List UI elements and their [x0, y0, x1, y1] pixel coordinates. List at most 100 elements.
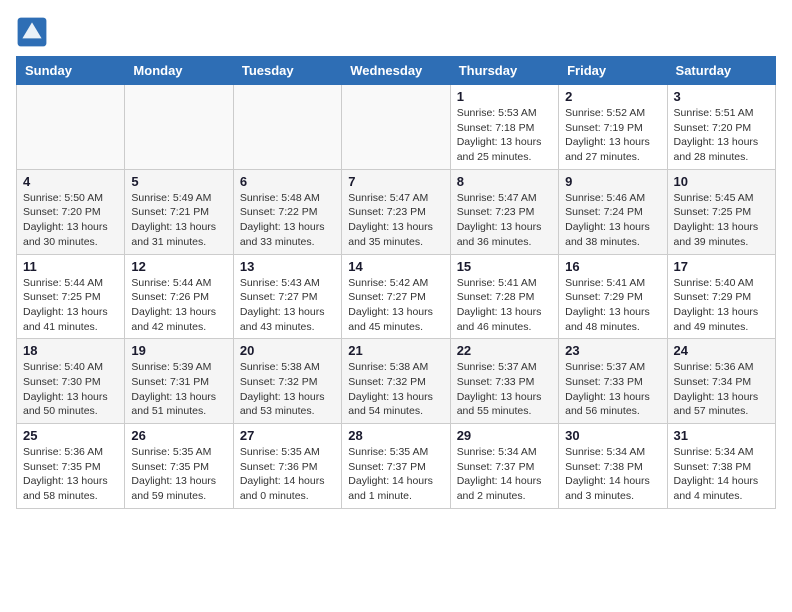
- calendar-cell: 22 Sunrise: 5:37 AM Sunset: 7:33 PM Dayli…: [450, 339, 558, 424]
- day-info: Sunrise: 5:38 AM Sunset: 7:32 PM Dayligh…: [240, 360, 335, 419]
- calendar-cell: 25 Sunrise: 5:36 AM Sunset: 7:35 PM Dayli…: [17, 424, 125, 509]
- day-number: 6: [240, 174, 335, 189]
- day-number: 7: [348, 174, 443, 189]
- day-info: Sunrise: 5:46 AM Sunset: 7:24 PM Dayligh…: [565, 191, 660, 250]
- day-info: Sunrise: 5:40 AM Sunset: 7:29 PM Dayligh…: [674, 276, 769, 335]
- day-info: Sunrise: 5:51 AM Sunset: 7:20 PM Dayligh…: [674, 106, 769, 165]
- day-number: 13: [240, 259, 335, 274]
- day-info: Sunrise: 5:49 AM Sunset: 7:21 PM Dayligh…: [131, 191, 226, 250]
- day-info: Sunrise: 5:52 AM Sunset: 7:19 PM Dayligh…: [565, 106, 660, 165]
- day-info: Sunrise: 5:47 AM Sunset: 7:23 PM Dayligh…: [457, 191, 552, 250]
- day-number: 25: [23, 428, 118, 443]
- day-number: 21: [348, 343, 443, 358]
- calendar-cell: 1 Sunrise: 5:53 AM Sunset: 7:18 PM Daylig…: [450, 85, 558, 170]
- day-number: 3: [674, 89, 769, 104]
- calendar-cell: 8 Sunrise: 5:47 AM Sunset: 7:23 PM Daylig…: [450, 169, 558, 254]
- day-info: Sunrise: 5:37 AM Sunset: 7:33 PM Dayligh…: [565, 360, 660, 419]
- day-info: Sunrise: 5:45 AM Sunset: 7:25 PM Dayligh…: [674, 191, 769, 250]
- day-number: 9: [565, 174, 660, 189]
- day-info: Sunrise: 5:34 AM Sunset: 7:37 PM Dayligh…: [457, 445, 552, 504]
- day-number: 20: [240, 343, 335, 358]
- calendar-cell: 2 Sunrise: 5:52 AM Sunset: 7:19 PM Daylig…: [559, 85, 667, 170]
- day-number: 1: [457, 89, 552, 104]
- day-info: Sunrise: 5:34 AM Sunset: 7:38 PM Dayligh…: [565, 445, 660, 504]
- calendar-cell: 9 Sunrise: 5:46 AM Sunset: 7:24 PM Daylig…: [559, 169, 667, 254]
- calendar-cell: 19 Sunrise: 5:39 AM Sunset: 7:31 PM Dayli…: [125, 339, 233, 424]
- day-number: 23: [565, 343, 660, 358]
- day-info: Sunrise: 5:50 AM Sunset: 7:20 PM Dayligh…: [23, 191, 118, 250]
- day-info: Sunrise: 5:37 AM Sunset: 7:33 PM Dayligh…: [457, 360, 552, 419]
- calendar-cell: 18 Sunrise: 5:40 AM Sunset: 7:30 PM Dayli…: [17, 339, 125, 424]
- calendar-cell: 10 Sunrise: 5:45 AM Sunset: 7:25 PM Dayli…: [667, 169, 775, 254]
- day-number: 8: [457, 174, 552, 189]
- calendar-cell: 24Sunrise: 5:36 AM Sunset: 7:34 PM Dayli…: [667, 339, 775, 424]
- day-number: 27: [240, 428, 335, 443]
- day-info: Sunrise: 5:43 AM Sunset: 7:27 PM Dayligh…: [240, 276, 335, 335]
- day-info: Sunrise: 5:44 AM Sunset: 7:26 PM Dayligh…: [131, 276, 226, 335]
- calendar-cell: 15 Sunrise: 5:41 AM Sunset: 7:28 PM Dayli…: [450, 254, 558, 339]
- day-number: 10: [674, 174, 769, 189]
- calendar-cell: 31 Sunrise: 5:34 AM Sunset: 7:38 PM Dayli…: [667, 424, 775, 509]
- day-number: 29: [457, 428, 552, 443]
- day-info: Sunrise: 5:41 AM Sunset: 7:28 PM Dayligh…: [457, 276, 552, 335]
- calendar-cell: 5 Sunrise: 5:49 AM Sunset: 7:21 PM Daylig…: [125, 169, 233, 254]
- day-info: Sunrise: 5:41 AM Sunset: 7:29 PM Dayligh…: [565, 276, 660, 335]
- logo-icon: [16, 16, 48, 48]
- header-friday: Friday: [559, 57, 667, 85]
- day-number: 31: [674, 428, 769, 443]
- day-info: Sunrise: 5:47 AM Sunset: 7:23 PM Dayligh…: [348, 191, 443, 250]
- calendar-cell: 26 Sunrise: 5:35 AM Sunset: 7:35 PM Dayli…: [125, 424, 233, 509]
- day-number: 14: [348, 259, 443, 274]
- calendar-cell: 4 Sunrise: 5:50 AM Sunset: 7:20 PM Daylig…: [17, 169, 125, 254]
- day-info: Sunrise: 5:34 AM Sunset: 7:38 PM Dayligh…: [674, 445, 769, 504]
- calendar-cell: [17, 85, 125, 170]
- day-number: 24: [674, 343, 769, 358]
- day-info: Sunrise: 5:53 AM Sunset: 7:18 PM Dayligh…: [457, 106, 552, 165]
- calendar-table: SundayMondayTuesdayWednesdayThursdayFrid…: [16, 56, 776, 509]
- day-info: Sunrise: 5:35 AM Sunset: 7:37 PM Dayligh…: [348, 445, 443, 504]
- calendar-cell: 17 Sunrise: 5:40 AM Sunset: 7:29 PM Dayli…: [667, 254, 775, 339]
- calendar-week-5: 25 Sunrise: 5:36 AM Sunset: 7:35 PM Dayli…: [17, 424, 776, 509]
- calendar-cell: 13 Sunrise: 5:43 AM Sunset: 7:27 PM Dayli…: [233, 254, 341, 339]
- day-number: 28: [348, 428, 443, 443]
- day-number: 15: [457, 259, 552, 274]
- day-info: Sunrise: 5:36 AM Sunset: 7:35 PM Dayligh…: [23, 445, 118, 504]
- day-number: 4: [23, 174, 118, 189]
- calendar-week-1: 1 Sunrise: 5:53 AM Sunset: 7:18 PM Daylig…: [17, 85, 776, 170]
- calendar-cell: 30Sunrise: 5:34 AM Sunset: 7:38 PM Dayli…: [559, 424, 667, 509]
- calendar-cell: 12Sunrise: 5:44 AM Sunset: 7:26 PM Dayli…: [125, 254, 233, 339]
- day-number: 19: [131, 343, 226, 358]
- day-number: 5: [131, 174, 226, 189]
- calendar-week-4: 18 Sunrise: 5:40 AM Sunset: 7:30 PM Dayli…: [17, 339, 776, 424]
- day-info: Sunrise: 5:40 AM Sunset: 7:30 PM Dayligh…: [23, 360, 118, 419]
- calendar-cell: 20 Sunrise: 5:38 AM Sunset: 7:32 PM Dayli…: [233, 339, 341, 424]
- calendar-cell: 7 Sunrise: 5:47 AM Sunset: 7:23 PM Daylig…: [342, 169, 450, 254]
- day-number: 11: [23, 259, 118, 274]
- day-info: Sunrise: 5:35 AM Sunset: 7:36 PM Dayligh…: [240, 445, 335, 504]
- header-sunday: Sunday: [17, 57, 125, 85]
- calendar-cell: 23 Sunrise: 5:37 AM Sunset: 7:33 PM Dayli…: [559, 339, 667, 424]
- day-info: Sunrise: 5:48 AM Sunset: 7:22 PM Dayligh…: [240, 191, 335, 250]
- header-wednesday: Wednesday: [342, 57, 450, 85]
- day-number: 18: [23, 343, 118, 358]
- calendar-cell: [125, 85, 233, 170]
- calendar-cell: 16Sunrise: 5:41 AM Sunset: 7:29 PM Dayli…: [559, 254, 667, 339]
- day-number: 22: [457, 343, 552, 358]
- day-info: Sunrise: 5:35 AM Sunset: 7:35 PM Dayligh…: [131, 445, 226, 504]
- page-header: [16, 16, 776, 48]
- header-thursday: Thursday: [450, 57, 558, 85]
- calendar-cell: 27 Sunrise: 5:35 AM Sunset: 7:36 PM Dayli…: [233, 424, 341, 509]
- day-info: Sunrise: 5:44 AM Sunset: 7:25 PM Dayligh…: [23, 276, 118, 335]
- header-tuesday: Tuesday: [233, 57, 341, 85]
- day-number: 26: [131, 428, 226, 443]
- calendar-cell: [233, 85, 341, 170]
- day-number: 17: [674, 259, 769, 274]
- day-info: Sunrise: 5:39 AM Sunset: 7:31 PM Dayligh…: [131, 360, 226, 419]
- calendar-cell: [342, 85, 450, 170]
- day-info: Sunrise: 5:38 AM Sunset: 7:32 PM Dayligh…: [348, 360, 443, 419]
- calendar-cell: 3 Sunrise: 5:51 AM Sunset: 7:20 PM Daylig…: [667, 85, 775, 170]
- day-number: 2: [565, 89, 660, 104]
- calendar-week-3: 11 Sunrise: 5:44 AM Sunset: 7:25 PM Dayli…: [17, 254, 776, 339]
- header-saturday: Saturday: [667, 57, 775, 85]
- calendar-cell: 29 Sunrise: 5:34 AM Sunset: 7:37 PM Dayli…: [450, 424, 558, 509]
